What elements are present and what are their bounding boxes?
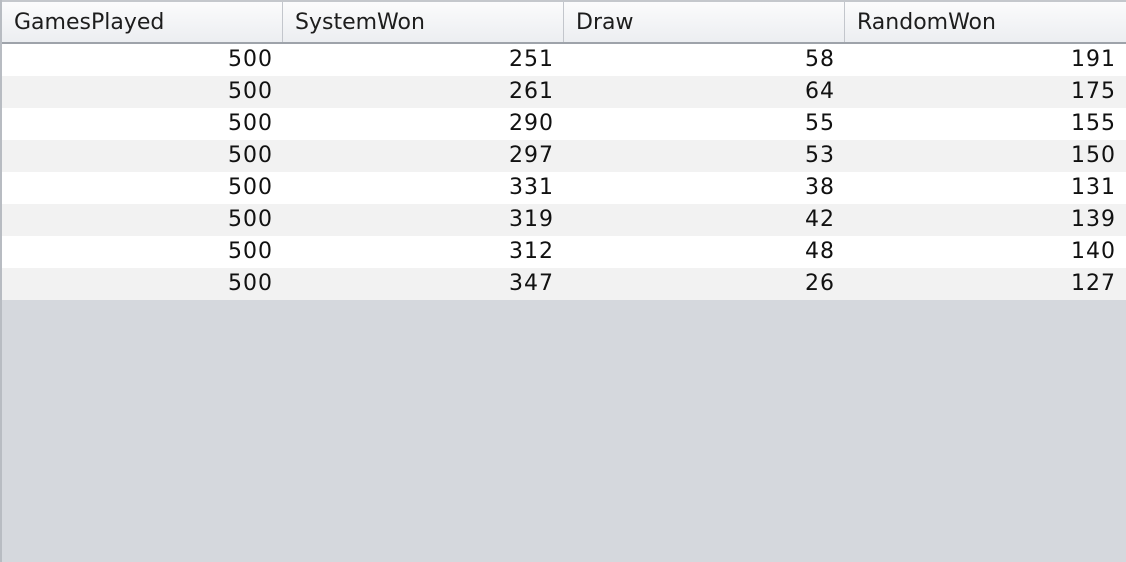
table-row[interactable]: 500 347 26 127 <box>2 268 1126 300</box>
table-body: 500 251 58 191 500 261 64 175 500 290 55… <box>2 44 1126 300</box>
table-row[interactable]: 500 331 38 131 <box>2 172 1126 204</box>
cell-systemwon: 319 <box>509 207 554 232</box>
cell-gamesplayed: 500 <box>228 111 273 136</box>
cell-systemwon: 312 <box>509 239 554 264</box>
column-header-randomwon[interactable]: RandomWon <box>845 2 1126 42</box>
results-table[interactable]: GamesPlayed SystemWon Draw RandomWon 500… <box>0 0 1126 562</box>
cell-gamesplayed: 500 <box>228 47 273 72</box>
cell-systemwon: 297 <box>509 143 554 168</box>
table-row[interactable]: 500 319 42 139 <box>2 204 1126 236</box>
cell-draw: 53 <box>805 143 835 168</box>
column-header-gamesplayed[interactable]: GamesPlayed <box>2 2 283 42</box>
table-row[interactable]: 500 312 48 140 <box>2 236 1126 268</box>
column-header-draw[interactable]: Draw <box>564 2 845 42</box>
cell-draw: 48 <box>805 239 835 264</box>
table-header: GamesPlayed SystemWon Draw RandomWon <box>2 0 1126 44</box>
cell-draw: 26 <box>805 271 835 296</box>
table-empty-area <box>2 300 1126 562</box>
cell-randomwon: 191 <box>1071 47 1116 72</box>
cell-draw: 42 <box>805 207 835 232</box>
cell-gamesplayed: 500 <box>228 207 273 232</box>
cell-draw: 55 <box>805 111 835 136</box>
cell-gamesplayed: 500 <box>228 271 273 296</box>
column-header-systemwon[interactable]: SystemWon <box>283 2 564 42</box>
cell-systemwon: 331 <box>509 175 554 200</box>
cell-systemwon: 290 <box>509 111 554 136</box>
cell-gamesplayed: 500 <box>228 239 273 264</box>
cell-randomwon: 175 <box>1071 79 1116 104</box>
table-row[interactable]: 500 290 55 155 <box>2 108 1126 140</box>
cell-draw: 64 <box>805 79 835 104</box>
cell-randomwon: 127 <box>1071 271 1116 296</box>
cell-randomwon: 155 <box>1071 111 1116 136</box>
cell-systemwon: 261 <box>509 79 554 104</box>
cell-randomwon: 140 <box>1071 239 1116 264</box>
cell-gamesplayed: 500 <box>228 143 273 168</box>
cell-randomwon: 139 <box>1071 207 1116 232</box>
cell-randomwon: 150 <box>1071 143 1116 168</box>
cell-draw: 58 <box>805 47 835 72</box>
cell-systemwon: 251 <box>509 47 554 72</box>
cell-systemwon: 347 <box>509 271 554 296</box>
table-row[interactable]: 500 251 58 191 <box>2 44 1126 76</box>
cell-gamesplayed: 500 <box>228 175 273 200</box>
cell-draw: 38 <box>805 175 835 200</box>
cell-randomwon: 131 <box>1071 175 1116 200</box>
table-row[interactable]: 500 261 64 175 <box>2 76 1126 108</box>
table-row[interactable]: 500 297 53 150 <box>2 140 1126 172</box>
cell-gamesplayed: 500 <box>228 79 273 104</box>
